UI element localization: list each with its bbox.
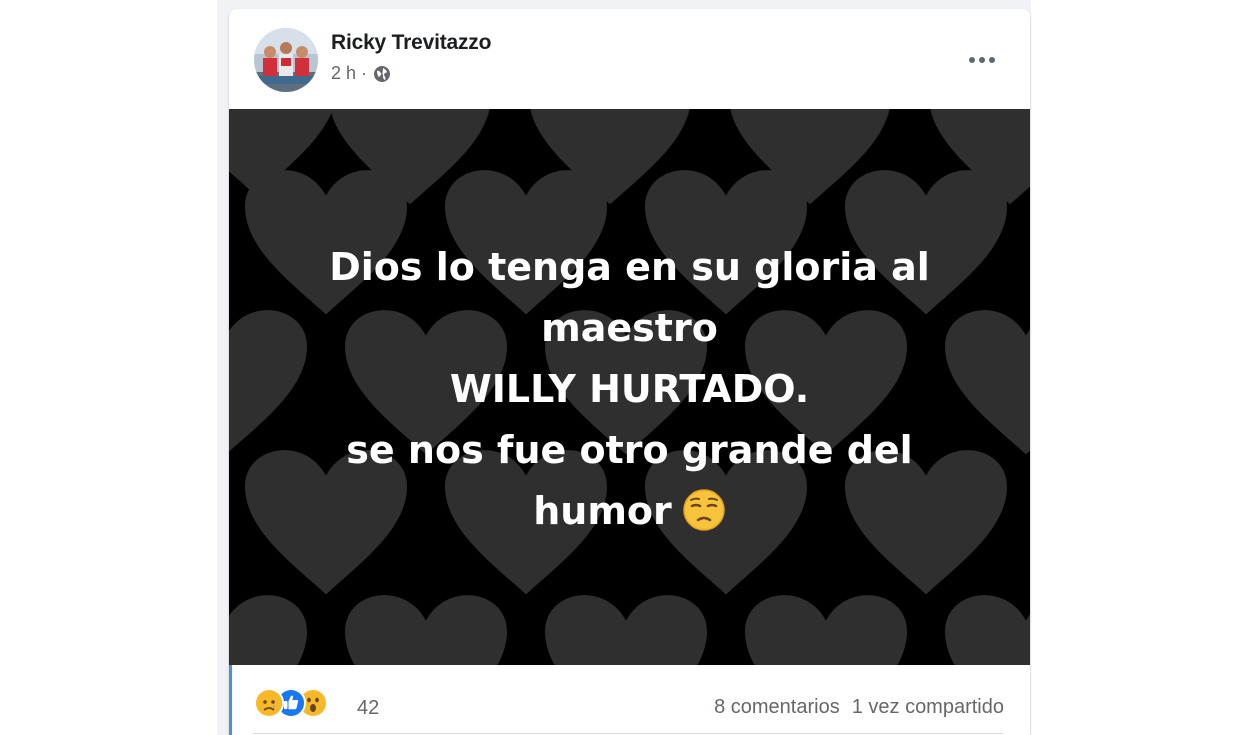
image-text-line: Dios lo tenga en su gloria al — [329, 245, 930, 289]
author-avatar[interactable] — [254, 28, 318, 92]
reaction-icons[interactable] — [254, 688, 346, 718]
globe-icon[interactable] — [373, 65, 391, 83]
image-text-last-line: humor — [269, 481, 990, 542]
image-text-line: humor — [533, 489, 672, 533]
reactions-bar: 42 8 comentarios 1 vez compartido — [229, 665, 1030, 735]
more-options-button[interactable] — [964, 42, 1000, 78]
pensive-face-emoji — [682, 488, 726, 532]
post-image-text: Dios lo tenga en su gloria al maestro WI… — [269, 237, 990, 542]
meta-separator: · — [361, 63, 368, 83]
reaction-count[interactable]: 42 — [357, 697, 379, 720]
author-name[interactable]: Ricky Trevitazzo — [331, 31, 491, 55]
more-horizontal-icon — [969, 57, 995, 63]
post-image[interactable]: Dios lo tenga en su gloria al maestro WI… — [229, 109, 1030, 665]
sad-reaction-icon — [254, 688, 284, 718]
post-card: Ricky Trevitazzo 2 h · Dios lo tenga en … — [229, 9, 1030, 735]
shares-count-link[interactable]: 1 vez compartido — [852, 696, 1004, 718]
post-header: Ricky Trevitazzo 2 h · — [229, 9, 1030, 109]
image-text-line: WILLY HURTADO. — [449, 367, 810, 411]
divider — [253, 733, 1003, 734]
post-meta: 2 h · — [331, 63, 391, 84]
post-stats: 8 comentarios 1 vez compartido — [714, 696, 1004, 719]
image-text-line: maestro — [541, 306, 718, 350]
post-timestamp[interactable]: 2 h — [331, 63, 356, 84]
image-text-line: se nos fue otro grande del — [346, 428, 913, 472]
comments-count-link[interactable]: 8 comentarios — [714, 696, 840, 718]
